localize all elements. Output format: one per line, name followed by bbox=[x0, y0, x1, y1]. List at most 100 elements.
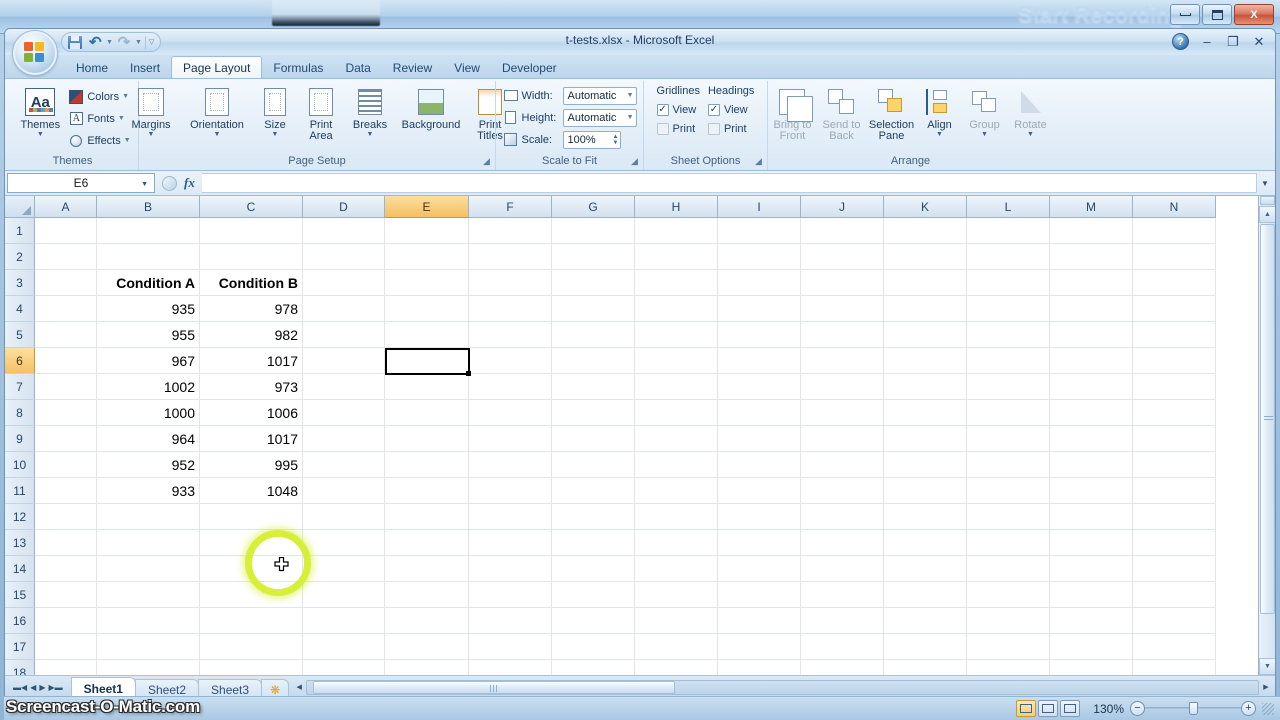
expand-formula-bar-icon[interactable]: ▼ bbox=[1257, 173, 1273, 193]
cell-F11[interactable] bbox=[469, 478, 552, 504]
zoom-level-label[interactable]: 130% bbox=[1086, 702, 1124, 716]
cell-L6[interactable] bbox=[967, 348, 1050, 374]
row-header-4[interactable]: 4 bbox=[5, 296, 35, 322]
cell-L15[interactable] bbox=[967, 582, 1050, 608]
cell-N8[interactable] bbox=[1133, 400, 1216, 426]
width-control[interactable]: Width: Automatic ▼ bbox=[503, 85, 637, 106]
zoom-in-icon[interactable]: + bbox=[1241, 701, 1256, 716]
cell-E5[interactable] bbox=[385, 322, 469, 348]
cell-A6[interactable] bbox=[35, 348, 97, 374]
height-dropdown-icon[interactable]: ▼ bbox=[623, 114, 634, 121]
cell-M4[interactable] bbox=[1050, 296, 1133, 322]
row-header-18[interactable]: 18 bbox=[5, 660, 35, 675]
gridlines-print-checkbox[interactable]: Print bbox=[656, 119, 700, 138]
headings-print-checkbox[interactable]: Print bbox=[707, 119, 754, 138]
tab-insert[interactable]: Insert bbox=[119, 57, 171, 78]
cell-I14[interactable] bbox=[718, 556, 801, 582]
hscroll-left-icon[interactable]: ◀ bbox=[292, 680, 306, 695]
cell-H3[interactable] bbox=[635, 270, 718, 296]
cell-F1[interactable] bbox=[469, 218, 552, 244]
cell-C17[interactable] bbox=[200, 634, 303, 660]
cell-E10[interactable] bbox=[385, 452, 469, 478]
help-icon[interactable]: ? bbox=[1172, 33, 1189, 50]
cell-G6[interactable] bbox=[552, 348, 635, 374]
horizontal-scroll-thumb[interactable] bbox=[313, 680, 676, 694]
cell-C2[interactable] bbox=[200, 244, 303, 270]
cell-A8[interactable] bbox=[35, 400, 97, 426]
cell-G1[interactable] bbox=[552, 218, 635, 244]
cell-E14[interactable] bbox=[385, 556, 469, 582]
excel-close-button[interactable]: ✕ bbox=[1251, 34, 1267, 50]
cell-A17[interactable] bbox=[35, 634, 97, 660]
cell-C10[interactable]: 995 bbox=[200, 452, 303, 478]
cell-G4[interactable] bbox=[552, 296, 635, 322]
cell-J18[interactable] bbox=[801, 660, 884, 675]
gridlines-view-checkbox[interactable]: ✓ View bbox=[656, 100, 700, 119]
cell-M6[interactable] bbox=[1050, 348, 1133, 374]
cell-E18[interactable] bbox=[385, 660, 469, 675]
cell-K3[interactable] bbox=[884, 270, 967, 296]
undo-dropdown-icon[interactable]: ▼ bbox=[106, 39, 113, 46]
cell-F4[interactable] bbox=[469, 296, 552, 322]
name-box-dropdown-icon[interactable]: ▼ bbox=[141, 181, 148, 188]
cell-F14[interactable] bbox=[469, 556, 552, 582]
cell-G17[interactable] bbox=[552, 634, 635, 660]
cell-C6[interactable]: 1017 bbox=[200, 348, 303, 374]
row-header-11[interactable]: 11 bbox=[5, 478, 35, 504]
cell-N3[interactable] bbox=[1133, 270, 1216, 296]
cell-G3[interactable] bbox=[552, 270, 635, 296]
cancel-enter-icon[interactable] bbox=[162, 175, 177, 191]
group-button[interactable]: Group ▼ bbox=[963, 84, 1007, 140]
zoom-out-icon[interactable]: − bbox=[1130, 701, 1145, 716]
cell-H8[interactable] bbox=[635, 400, 718, 426]
cell-D10[interactable] bbox=[303, 452, 385, 478]
margins-button[interactable]: Margins ▼ bbox=[122, 84, 180, 140]
cell-K8[interactable] bbox=[884, 400, 967, 426]
cell-M10[interactable] bbox=[1050, 452, 1133, 478]
headings-view-checkbox[interactable]: ✓ View bbox=[707, 100, 754, 119]
cell-G18[interactable] bbox=[552, 660, 635, 675]
bring-to-front-button[interactable]: Bring to Front bbox=[769, 84, 817, 144]
cell-G10[interactable] bbox=[552, 452, 635, 478]
cell-K2[interactable] bbox=[884, 244, 967, 270]
cell-H11[interactable] bbox=[635, 478, 718, 504]
vertical-scrollbar[interactable]: ▲ ▼ bbox=[1258, 196, 1275, 675]
cell-B3[interactable]: Condition A bbox=[97, 270, 200, 296]
rotate-button[interactable]: Rotate ▼ bbox=[1009, 84, 1053, 140]
cell-N18[interactable] bbox=[1133, 660, 1216, 675]
cell-I18[interactable] bbox=[718, 660, 801, 675]
first-sheet-icon[interactable]: ▬◀ bbox=[13, 683, 27, 692]
save-icon[interactable] bbox=[66, 34, 84, 50]
print-area-button[interactable]: Print Area bbox=[298, 84, 344, 144]
cell-L5[interactable] bbox=[967, 322, 1050, 348]
cell-A1[interactable] bbox=[35, 218, 97, 244]
cell-M16[interactable] bbox=[1050, 608, 1133, 634]
redo-icon[interactable]: ↷ bbox=[115, 34, 133, 50]
cell-H4[interactable] bbox=[635, 296, 718, 322]
cell-G14[interactable] bbox=[552, 556, 635, 582]
tab-view[interactable]: View bbox=[443, 57, 491, 78]
name-box[interactable]: E6 ▼ bbox=[7, 173, 155, 193]
cell-C14[interactable] bbox=[200, 556, 303, 582]
row-header-3[interactable]: 3 bbox=[5, 270, 35, 296]
undo-icon[interactable]: ↷ bbox=[86, 34, 104, 51]
page-setup-dialog-launcher-icon[interactable]: ◢ bbox=[481, 156, 492, 167]
cell-J7[interactable] bbox=[801, 374, 884, 400]
cell-J17[interactable] bbox=[801, 634, 884, 660]
cell-N17[interactable] bbox=[1133, 634, 1216, 660]
cell-H6[interactable] bbox=[635, 348, 718, 374]
margins-dropdown-icon[interactable]: ▼ bbox=[148, 131, 155, 138]
cell-F16[interactable] bbox=[469, 608, 552, 634]
cell-M14[interactable] bbox=[1050, 556, 1133, 582]
cell-F15[interactable] bbox=[469, 582, 552, 608]
align-dropdown-icon[interactable]: ▼ bbox=[936, 131, 943, 138]
cell-K12[interactable] bbox=[884, 504, 967, 530]
cell-M9[interactable] bbox=[1050, 426, 1133, 452]
cell-N15[interactable] bbox=[1133, 582, 1216, 608]
cell-K4[interactable] bbox=[884, 296, 967, 322]
cell-N12[interactable] bbox=[1133, 504, 1216, 530]
cell-G7[interactable] bbox=[552, 374, 635, 400]
cell-E4[interactable] bbox=[385, 296, 469, 322]
cell-K15[interactable] bbox=[884, 582, 967, 608]
cell-G11[interactable] bbox=[552, 478, 635, 504]
